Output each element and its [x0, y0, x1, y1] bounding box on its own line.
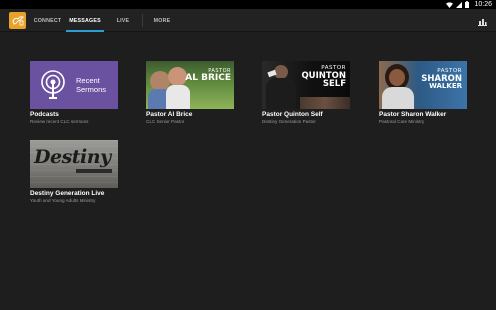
card-subtitle: Youth and Young Adults Ministry	[30, 198, 96, 203]
chart-menu-button[interactable]	[477, 15, 488, 26]
card-subtitle: Review recent CLC sermons	[30, 119, 89, 124]
card-pastor-quinton-self[interactable]: PASTOR QUINTON SELF Pastor Quinton Self …	[262, 61, 350, 125]
card-thumbnail: Destiny	[30, 140, 118, 188]
status-bar: 10:26	[0, 0, 496, 9]
card-subtitle: Pastoral Care Ministry	[379, 119, 425, 124]
decorative-stripe	[76, 169, 112, 173]
action-bar: CONNECT MESSAGES LIVE MORE	[0, 9, 496, 32]
thumb-text-line: AL BRICE	[185, 73, 231, 83]
church-dove-icon	[11, 16, 24, 26]
person-silhouette	[389, 69, 405, 86]
card-thumbnail: PASTOR AL BRICE	[146, 61, 234, 109]
wifi-icon	[446, 1, 454, 8]
status-time: 10:26	[474, 1, 492, 8]
person-silhouette	[168, 67, 187, 86]
thumb-text-line: WALKER	[429, 82, 462, 90]
person-silhouette	[274, 65, 288, 79]
messages-grid: Recent Sermons Podcasts Review recent CL…	[0, 32, 496, 310]
card-subtitle: Destiny Generation Pastor	[262, 119, 316, 124]
person-silhouette	[266, 78, 296, 109]
thumb-text-line: Destiny	[34, 146, 111, 168]
app-logo-icon[interactable]	[9, 12, 26, 29]
card-destiny-generation-live[interactable]: Destiny Destiny Generation Live Youth an…	[30, 140, 118, 204]
tab-messages[interactable]: MESSAGES	[66, 9, 104, 32]
status-icons: 10:26	[446, 0, 492, 9]
card-title: Destiny Generation Live	[30, 190, 105, 197]
thumb-text-line: SELF	[322, 79, 346, 89]
card-subtitle: CLC Senior Pastor	[146, 119, 185, 124]
thumb-text-line: Sermons	[76, 84, 107, 94]
podcast-broadcast-icon	[41, 70, 65, 99]
crowd-strip	[300, 97, 350, 109]
battery-icon	[465, 1, 470, 8]
person-silhouette	[382, 87, 414, 109]
signal-icon	[456, 1, 463, 8]
card-podcasts[interactable]: Recent Sermons Podcasts Review recent CL…	[30, 61, 118, 125]
card-thumbnail: PASTOR SHARON WALKER	[379, 61, 467, 109]
tab-label: LIVE	[116, 17, 130, 24]
card-pastor-sharon-walker[interactable]: PASTOR SHARON WALKER Pastor Sharon Walke…	[379, 61, 467, 125]
card-thumbnail: PASTOR QUINTON SELF	[262, 61, 350, 109]
tab-label: MORE	[153, 17, 171, 24]
tab-label: CONNECT	[33, 17, 62, 24]
tab-bar: CONNECT MESSAGES LIVE MORE	[29, 9, 181, 32]
card-pastor-al-brice[interactable]: PASTOR AL BRICE Pastor Al Brice CLC Seni…	[146, 61, 234, 125]
tab-label: MESSAGES	[69, 17, 101, 24]
bar-chart-icon	[478, 19, 487, 26]
card-title: Pastor Quinton Self	[262, 111, 323, 118]
card-thumbnail: Recent Sermons	[30, 61, 118, 109]
tab-connect[interactable]: CONNECT	[29, 9, 66, 32]
person-silhouette	[166, 85, 190, 109]
card-title: Pastor Al Brice	[146, 111, 193, 118]
card-title: Pastor Sharon Walker	[379, 111, 447, 118]
card-title: Podcasts	[30, 111, 59, 118]
tab-more[interactable]: MORE	[143, 9, 181, 32]
tab-live[interactable]: LIVE	[104, 9, 142, 32]
